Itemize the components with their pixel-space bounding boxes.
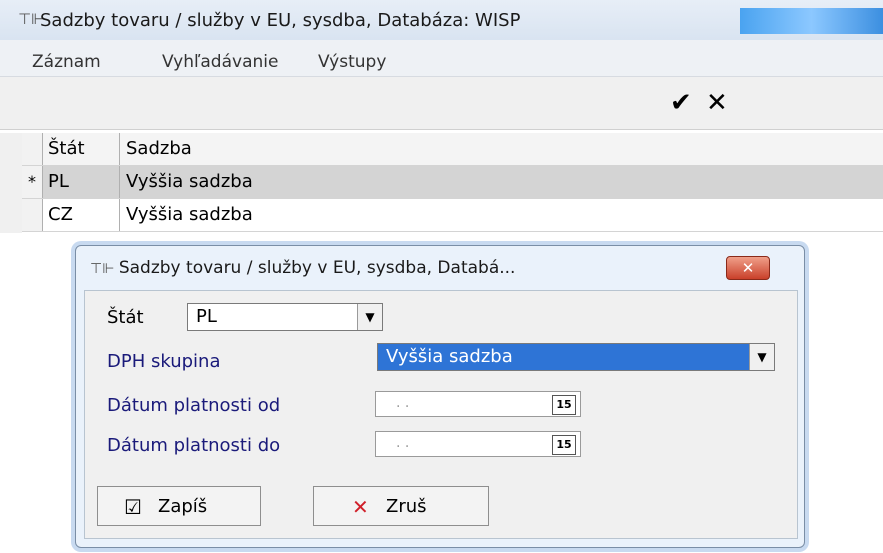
cell-stat[interactable]: PL (44, 166, 120, 198)
dph-skupina-label: DPH skupina (107, 351, 221, 372)
dialog-button-bar: ☑ Zapíš ✕ Zruš (84, 472, 798, 539)
grid-header-row: Štát Sadzba (22, 133, 883, 166)
menu-zaznam[interactable]: Záznam (32, 52, 101, 72)
stat-label: Štát (107, 307, 144, 328)
table-row[interactable]: CZ Vyššia sadzba (22, 199, 883, 232)
edit-dialog: ⊤⊩ Sadzby tovaru / služby v EU, sysdba, … (75, 245, 805, 548)
cancel-button[interactable]: ✕ Zruš (313, 486, 489, 526)
dialog-title: ⊤⊩ Sadzby tovaru / služby v EU, sysdba, … (90, 258, 515, 278)
chevron-down-icon[interactable]: ▼ (749, 344, 774, 370)
cancel-x-icon[interactable]: ✕ (706, 89, 728, 117)
row-indicator (22, 199, 43, 231)
table-row[interactable]: * PL Vyššia sadzba (22, 166, 883, 199)
app-grid-icon: ⊤⊩ (90, 261, 119, 277)
calendar-icon[interactable]: 15 (552, 395, 576, 415)
date-mask: . . (396, 435, 410, 451)
column-header-sadzba[interactable]: Sadzba (120, 133, 192, 165)
date-mask: . . (396, 395, 410, 411)
cell-stat[interactable]: CZ (44, 199, 120, 231)
close-icon: ✕ (352, 495, 369, 519)
redacted-area (740, 8, 883, 34)
window-title-bar: ⊤⊩ Sadzby tovaru / služby v EU, sysdba, … (0, 0, 883, 40)
row-indicator: * (22, 166, 43, 198)
toolbar: ✔ ✕ (0, 77, 883, 130)
stat-select[interactable]: PL ▼ (187, 303, 383, 331)
menu-vyhladavanie[interactable]: Vyhľadávanie (162, 52, 278, 72)
dph-skupina-select[interactable]: Vyššia sadzba ▼ (377, 343, 775, 371)
menu-bar: Záznam Vyhľadávanie Výstupy (0, 40, 883, 77)
dialog-form: Štát PL ▼ DPH skupina Vyššia sadzba ▼ Dá… (84, 290, 798, 474)
grid-left-margin (0, 133, 22, 233)
column-header-stat[interactable]: Štát (44, 133, 120, 165)
checkbox-check-icon: ☑ (124, 495, 142, 519)
stat-select-value: PL (196, 306, 217, 327)
confirm-check-icon[interactable]: ✔ (670, 89, 692, 117)
date-to-field[interactable]: . . 15 (375, 431, 581, 457)
cell-sadzba[interactable]: Vyššia sadzba (120, 199, 253, 231)
close-icon[interactable]: ✕ (726, 256, 770, 280)
date-from-label: Dátum platnosti od (107, 395, 281, 416)
calendar-icon[interactable]: 15 (552, 435, 576, 455)
chevron-down-icon[interactable]: ▼ (357, 304, 382, 330)
cell-sadzba[interactable]: Vyššia sadzba (120, 166, 253, 198)
menu-vystupy[interactable]: Výstupy (318, 52, 386, 72)
row-indicator (22, 133, 43, 165)
save-button[interactable]: ☑ Zapíš (97, 486, 261, 526)
window-title: Sadzby tovaru / služby v EU, sysdba, Dat… (40, 10, 521, 31)
date-to-label: Dátum platnosti do (107, 435, 281, 456)
dialog-title-text: Sadzby tovaru / služby v EU, sysdba, Dat… (118, 258, 516, 278)
cancel-button-label: Zruš (386, 496, 427, 517)
save-button-label: Zapíš (158, 496, 208, 517)
date-from-field[interactable]: . . 15 (375, 391, 581, 417)
dph-skupina-value: Vyššia sadzba (386, 346, 513, 367)
